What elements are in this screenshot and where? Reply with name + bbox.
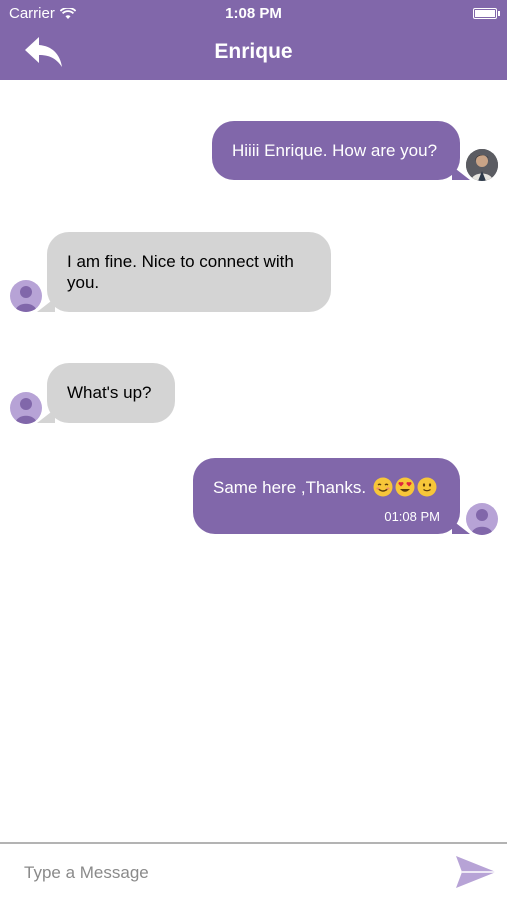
page-title: Enrique (214, 40, 293, 63)
heart-eyes-face-icon (395, 477, 415, 497)
smiling-face-icon (373, 477, 393, 497)
status-bar: Carrier 1:08 PM (0, 0, 507, 28)
message-input[interactable] (22, 854, 426, 892)
message-timestamp: 01:08 PM (384, 509, 440, 524)
user-photo-icon (466, 149, 498, 181)
user-avatar[interactable] (466, 503, 498, 535)
incoming-message[interactable]: What's up? (37, 363, 175, 423)
nav-header: Carrier 1:08 PM Enrique (0, 0, 507, 80)
user-avatar[interactable] (466, 149, 498, 181)
bubble-tail (37, 298, 55, 312)
status-time: 1:08 PM (225, 5, 282, 22)
slight-smile-face-icon (417, 477, 437, 497)
message-text: I am fine. Nice to connect with you. (67, 252, 294, 292)
send-button[interactable] (454, 852, 498, 892)
message-text: Hiiii Enrique. How are you? (232, 141, 438, 160)
message-composer (0, 842, 507, 900)
bubble-tail (37, 409, 55, 423)
battery-icon (473, 8, 500, 19)
chat-thread[interactable]: Hiiii Enrique. How are you? I am fine. N… (0, 80, 507, 842)
outgoing-message[interactable]: Hiiii Enrique. How are you? (212, 121, 470, 180)
outgoing-message[interactable]: Same here ,Thanks. 01:08 PM (193, 458, 470, 534)
send-icon (456, 856, 496, 888)
message-text: What's up? (67, 383, 152, 402)
message-text: Same here ,Thanks. (213, 478, 367, 497)
incoming-message[interactable]: I am fine. Nice to connect with you. (37, 232, 331, 312)
person-placeholder-icon (471, 509, 493, 535)
